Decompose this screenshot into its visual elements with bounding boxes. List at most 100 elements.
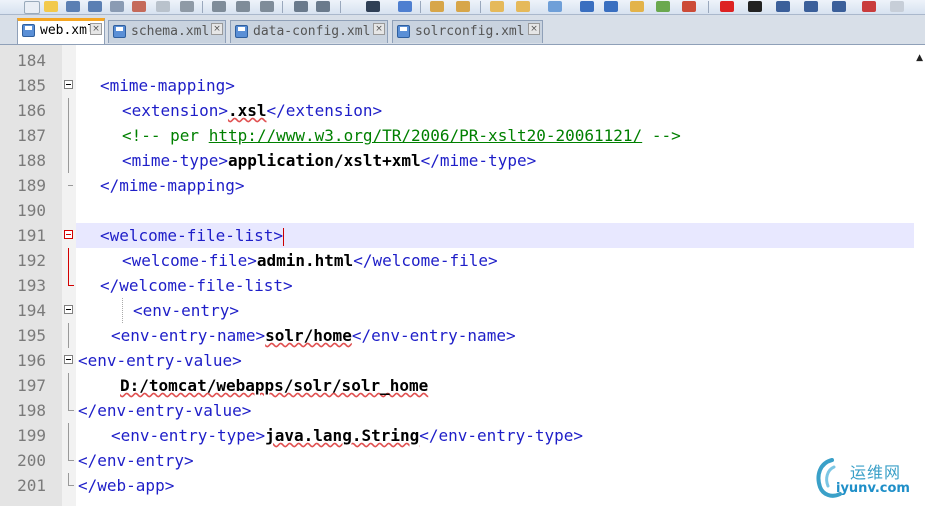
- xml-tag: <env-entry-type>: [111, 426, 266, 445]
- play-macro-icon[interactable]: [776, 1, 790, 12]
- xml-tag: <extension>: [122, 101, 228, 120]
- code-line: 200 </env-entry>: [0, 448, 914, 473]
- extra-tool-icon[interactable]: [890, 1, 904, 12]
- xml-tag: </mime-type>: [420, 151, 537, 170]
- line-number: 199: [17, 426, 46, 445]
- line-number: 197: [17, 376, 46, 395]
- close-all-icon[interactable]: [132, 1, 146, 12]
- line-number: 195: [17, 326, 46, 345]
- save-macro-icon[interactable]: [832, 1, 846, 12]
- vertical-scrollbar[interactable]: [914, 45, 925, 506]
- line-number: 193: [17, 276, 46, 295]
- close-file-icon[interactable]: [110, 1, 124, 12]
- tab-data-config-xml[interactable]: data-config.xml ×: [230, 20, 388, 43]
- file-saved-icon: [113, 25, 126, 38]
- xml-value: D:/tomcat/webapps/solr/solr_home: [120, 376, 429, 395]
- fold-collapse-icon[interactable]: [64, 355, 73, 364]
- xml-tag: </env-entry-value>: [78, 401, 252, 420]
- replace-icon[interactable]: [398, 1, 412, 12]
- run-macro-multiple-icon[interactable]: [804, 1, 818, 12]
- spell-check-icon[interactable]: [862, 1, 876, 12]
- paste-icon[interactable]: [260, 1, 274, 12]
- find-icon[interactable]: [366, 1, 380, 12]
- sync-vertical-icon[interactable]: [490, 1, 504, 12]
- user-language-icon[interactable]: [630, 1, 644, 12]
- redo-icon[interactable]: [316, 1, 330, 12]
- print-preview-icon[interactable]: [180, 1, 194, 12]
- zoom-in-icon[interactable]: [430, 1, 444, 12]
- watermark: 运维网 iyunv.com: [814, 455, 919, 503]
- fold-collapse-icon[interactable]: [64, 230, 73, 239]
- toolbar-separator: [420, 1, 421, 13]
- line-number: 190: [17, 201, 46, 220]
- close-tab-icon[interactable]: ×: [90, 23, 102, 35]
- code-line: 187 <!-- per http://www.w3.org/TR/2006/P…: [0, 123, 914, 148]
- xml-tag: </welcome-file-list>: [100, 276, 293, 295]
- line-number: 191: [17, 226, 46, 245]
- xml-tag: </env-entry>: [78, 451, 194, 470]
- close-tab-icon[interactable]: ×: [528, 23, 540, 35]
- line-number: 187: [17, 126, 46, 145]
- comment-link[interactable]: http://www.w3.org/TR/2006/PR-xslt20-2006…: [209, 126, 642, 145]
- file-saved-icon: [22, 24, 35, 37]
- code-line: 199 <env-entry-type>java.lang.String</en…: [0, 423, 914, 448]
- tab-web-xml[interactable]: web.xml ×: [17, 18, 105, 44]
- line-number: 201: [17, 476, 46, 495]
- fold-collapse-icon[interactable]: [64, 305, 73, 314]
- watermark-text-en: iyunv.com: [836, 481, 910, 496]
- word-wrap-icon[interactable]: [548, 1, 562, 12]
- fold-line: [68, 148, 69, 173]
- line-number: 192: [17, 251, 46, 270]
- open-folder-icon[interactable]: [44, 1, 58, 12]
- cut-icon[interactable]: [212, 1, 226, 12]
- toolbar-separator: [340, 1, 341, 13]
- toolbar-separator: [282, 1, 283, 13]
- fold-end-marker: [68, 179, 73, 186]
- copy-icon[interactable]: [236, 1, 250, 12]
- xml-tag: <welcome-file>: [122, 251, 257, 270]
- scroll-up-arrow-icon[interactable]: ▲: [916, 53, 923, 63]
- xml-value: admin.html: [256, 251, 354, 270]
- tab-solrconfig-xml[interactable]: solrconfig.xml ×: [392, 20, 543, 43]
- print-icon[interactable]: [156, 1, 170, 12]
- code-line: 193 </welcome-file-list>: [0, 273, 914, 298]
- doc-map-icon[interactable]: [656, 1, 670, 12]
- fold-end-marker: [68, 273, 74, 286]
- indent-guide-icon[interactable]: [604, 1, 618, 12]
- code-line: 188 <mime-type>application/xslt+xml</mim…: [0, 148, 914, 173]
- close-tab-icon[interactable]: ×: [373, 23, 385, 35]
- tab-label: web.xml: [40, 23, 95, 38]
- tab-schema-xml[interactable]: schema.xml ×: [108, 20, 226, 43]
- show-all-chars-icon[interactable]: [580, 1, 594, 12]
- xml-value: solr/home: [265, 326, 352, 345]
- toolbar-separator: [708, 1, 709, 13]
- fold-collapse-icon[interactable]: [64, 80, 73, 89]
- xml-value: java.lang.String: [265, 426, 420, 445]
- function-list-icon[interactable]: [682, 1, 696, 12]
- code-editor[interactable]: 184 185 <mime-mapping> 186 <extension>.x…: [0, 45, 925, 506]
- save-icon[interactable]: [66, 1, 80, 12]
- fold-end-marker: [68, 398, 74, 411]
- code-line: 185 <mime-mapping>: [0, 73, 914, 98]
- new-file-icon[interactable]: [24, 1, 40, 14]
- undo-icon[interactable]: [294, 1, 308, 12]
- stop-macro-icon[interactable]: [748, 1, 762, 12]
- file-saved-icon: [397, 25, 410, 38]
- close-tab-icon[interactable]: ×: [211, 23, 223, 35]
- record-macro-icon[interactable]: [720, 1, 734, 12]
- code-line: 184: [0, 48, 914, 73]
- save-all-icon[interactable]: [88, 1, 102, 12]
- line-number: 186: [17, 101, 46, 120]
- fold-line: [68, 373, 69, 398]
- tab-label: schema.xml: [131, 24, 210, 39]
- line-number: 188: [17, 151, 46, 170]
- sync-horizontal-icon[interactable]: [516, 1, 530, 12]
- xml-tag: </web-app>: [78, 476, 175, 495]
- code-line: 196 <env-entry-value>: [0, 348, 914, 373]
- xml-tag: <mime-type>: [122, 151, 228, 170]
- toolbar: [0, 0, 925, 15]
- xml-tag: <env-entry>: [133, 301, 239, 320]
- zoom-out-icon[interactable]: [456, 1, 470, 12]
- tab-bar: web.xml × schema.xml × data-config.xml ×…: [0, 15, 925, 45]
- code-line: 198 </env-entry-value>: [0, 398, 914, 423]
